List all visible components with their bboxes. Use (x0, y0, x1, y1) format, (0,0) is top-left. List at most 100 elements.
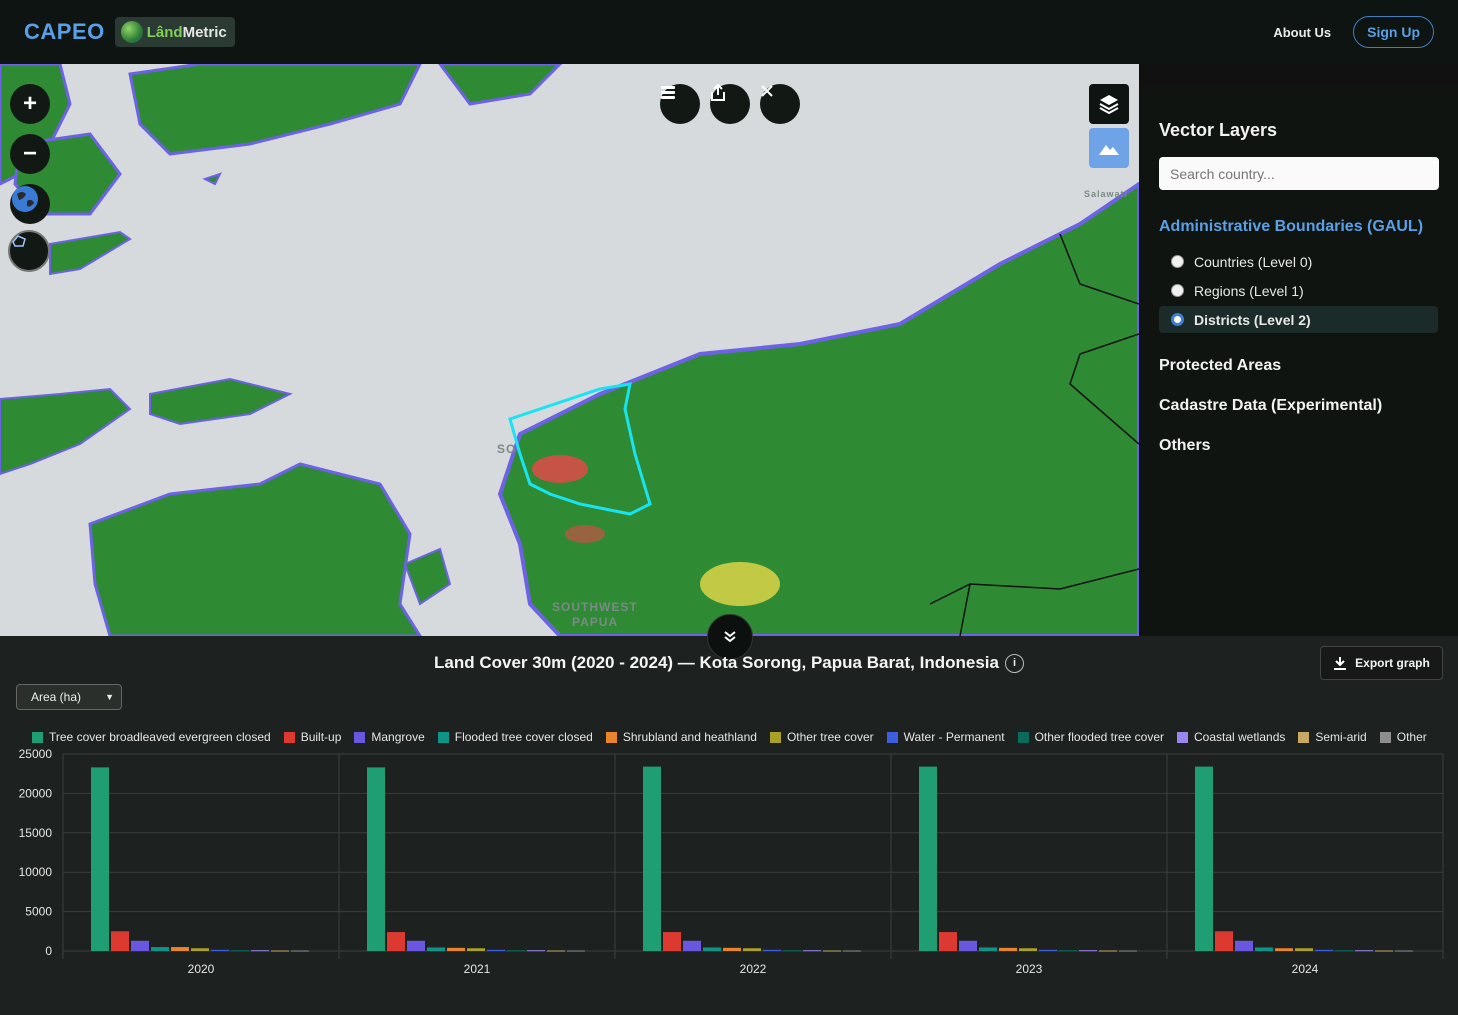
legend-label: Flooded tree cover closed (454, 730, 593, 744)
map-canvas (0, 64, 1139, 636)
radio-countries[interactable]: Countries (Level 0) (1159, 248, 1438, 275)
bar[interactable] (1315, 949, 1333, 951)
bar[interactable] (447, 947, 465, 951)
bar[interactable] (487, 949, 505, 951)
bar[interactable] (959, 940, 977, 951)
bar[interactable] (843, 950, 861, 952)
landmetric-logo[interactable]: LândMetric (114, 17, 235, 47)
mountain-icon (1099, 145, 1119, 155)
bar[interactable] (1255, 947, 1273, 951)
bar[interactable] (703, 947, 721, 951)
basemap-button[interactable] (1089, 128, 1129, 168)
bar[interactable] (1019, 948, 1037, 951)
others-heading[interactable]: Others (1159, 437, 1438, 455)
y-tick-label: 15000 (19, 826, 53, 840)
panel-title: Vector Layers (1159, 120, 1278, 140)
bar[interactable] (823, 950, 841, 952)
bar[interactable] (1395, 950, 1413, 952)
bar[interactable] (191, 948, 209, 951)
bar[interactable] (1355, 950, 1373, 952)
cadastre-heading[interactable]: Cadastre Data (Experimental) (1159, 397, 1438, 415)
export-graph-button[interactable]: Export graph (1320, 646, 1443, 680)
legend-item[interactable]: Shrubland and heathland (605, 730, 757, 744)
bar[interactable] (567, 950, 585, 952)
bar[interactable] (783, 950, 801, 952)
radio-dot[interactable] (1171, 284, 1184, 297)
about-us-link[interactable]: About Us (1273, 25, 1331, 40)
bar[interactable] (367, 767, 385, 951)
bar[interactable] (643, 766, 661, 951)
bar[interactable] (547, 950, 565, 952)
bar[interactable] (1375, 950, 1393, 952)
legend-item[interactable]: Built-up (283, 730, 341, 744)
bar[interactable] (251, 950, 269, 952)
draw-polygon-button[interactable] (8, 230, 50, 272)
bar[interactable] (427, 947, 445, 951)
vector-layers-button[interactable] (1089, 84, 1129, 124)
bar[interactable] (1059, 950, 1077, 952)
list-button[interactable] (660, 84, 700, 124)
bar[interactable] (979, 947, 997, 951)
legend-item[interactable]: Other tree cover (769, 730, 874, 744)
legend-item[interactable]: Coastal wetlands (1176, 730, 1285, 744)
radio-districts[interactable]: Districts (Level 2) (1159, 306, 1438, 333)
bar[interactable] (1295, 948, 1313, 951)
bar[interactable] (1215, 931, 1233, 951)
bar[interactable] (91, 767, 109, 951)
bar[interactable] (1099, 950, 1117, 952)
bar[interactable] (171, 947, 189, 951)
protected-areas-heading[interactable]: Protected Areas (1159, 357, 1438, 375)
bar[interactable] (803, 950, 821, 952)
metric-select[interactable]: Area (ha) ▼ (16, 684, 122, 710)
bar[interactable] (683, 940, 701, 951)
map-view[interactable]: SO SOUTHWEST PAPUA Salawati + − (0, 64, 1139, 636)
country-search-input[interactable] (1159, 157, 1439, 190)
bar[interactable] (151, 947, 169, 951)
bar[interactable] (467, 948, 485, 951)
sign-up-button[interactable]: Sign Up (1353, 16, 1434, 48)
chart-title-row: Land Cover 30m (2020 - 2024) — Kota Soro… (0, 653, 1458, 673)
bar[interactable] (723, 947, 741, 951)
bar[interactable] (1119, 950, 1137, 952)
bar[interactable] (231, 950, 249, 952)
legend-item[interactable]: Water - Permanent (886, 730, 1005, 744)
bar[interactable] (939, 932, 957, 951)
bar[interactable] (1195, 766, 1213, 951)
legend-item[interactable]: Mangrove (354, 730, 425, 744)
bar[interactable] (1275, 948, 1293, 951)
bar[interactable] (1039, 949, 1057, 951)
bar[interactable] (999, 947, 1017, 951)
radio-dot[interactable] (1171, 313, 1184, 326)
legend-item[interactable]: Semi-arid (1298, 730, 1367, 744)
globe-view-button[interactable] (10, 184, 50, 224)
legend-item[interactable]: Other (1379, 730, 1427, 744)
bar[interactable] (111, 931, 129, 951)
bar[interactable] (663, 932, 681, 951)
legend-item[interactable]: Flooded tree cover closed (437, 730, 593, 744)
bar[interactable] (387, 932, 405, 951)
brand-name[interactable]: CAPEO (24, 19, 105, 45)
legend-item[interactable]: Tree cover broadleaved evergreen closed (32, 730, 271, 744)
bar[interactable] (507, 950, 525, 952)
bar[interactable] (131, 940, 149, 951)
bar[interactable] (743, 948, 761, 951)
bar[interactable] (919, 766, 937, 951)
close-map-button[interactable] (760, 84, 800, 124)
bar[interactable] (407, 940, 425, 951)
bar[interactable] (1335, 950, 1353, 952)
bar[interactable] (211, 949, 229, 951)
admin-boundaries-heading[interactable]: Administrative Boundaries (GAUL) (1159, 218, 1438, 236)
zoom-out-button[interactable]: − (10, 134, 50, 174)
bar[interactable] (527, 950, 545, 952)
bar[interactable] (271, 950, 289, 952)
radio-dot[interactable] (1171, 255, 1184, 268)
bar[interactable] (763, 949, 781, 951)
bar[interactable] (1079, 950, 1097, 952)
bar[interactable] (291, 950, 309, 952)
bar[interactable] (1235, 940, 1253, 951)
zoom-in-button[interactable]: + (10, 84, 50, 124)
info-icon[interactable]: i (1004, 654, 1024, 673)
share-button[interactable] (710, 84, 750, 124)
radio-regions[interactable]: Regions (Level 1) (1159, 277, 1438, 304)
legend-item[interactable]: Other flooded tree cover (1017, 730, 1164, 744)
